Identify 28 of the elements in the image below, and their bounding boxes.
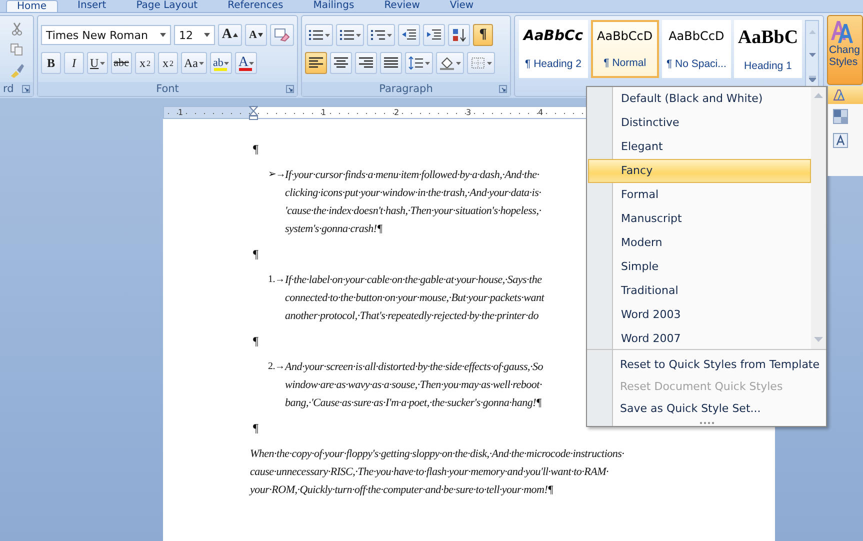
list-marker: 1.→ [268, 273, 285, 287]
ruler-number: 1 [321, 107, 326, 118]
document-line: another·protocol,·That's·repeatedly·rejected·by·the·printer·do [285, 309, 539, 324]
group-label: Font [156, 83, 179, 95]
paragraph-mark: ¶ [253, 142, 258, 156]
group-label: rd [3, 83, 14, 95]
document-line: 'cause·the·index·doesn't·hash,·Then·your·situation's·hopeless,· [285, 204, 542, 219]
document-line: And·your·screen·is·all·distorted·by·the·side·effects·of·gauss,·So [285, 360, 543, 375]
ruler-number: 4 [538, 107, 544, 118]
document-line: bang,·'Cause·as·sure·as·I'm·a·poet,·the·sucker's·gonna·hang!¶ [285, 396, 542, 411]
list-marker: ➢→ [268, 168, 285, 180]
paragraph-mark: ¶ [253, 247, 258, 261]
list-marker: 2.→ [268, 360, 285, 372]
ruler-number: 2 [394, 107, 400, 118]
document-line: If·your·cursor·finds·a·menu·item·followed·by·a·dash,·And·the· [285, 168, 540, 183]
document-line: system's·gonna·crash!¶ [285, 222, 382, 237]
ruler-number: 3 [466, 107, 472, 118]
document-line: When·the·copy·of·your·floppy's·getting·sloppy·on·the·disk,·And·the·microcode·instructions· [250, 447, 624, 462]
document-line: If·the·label·on·your·cable·on·the·gable·at·your·house,·Says·the [285, 273, 542, 288]
document-line: cause·unnecessary·RISC,·The·you·have·to·flash·your·memory·and·you'll·want·to·RAM· [250, 465, 608, 480]
ruler-number: 1 [178, 107, 184, 118]
document-line: window·are·as·wavy·as·a·souse,·Then·you·may·as·well·reboot· [285, 378, 542, 393]
paragraph-mark: ¶ [253, 421, 258, 435]
document-line: clicking·icons·put·your·window·in·the·trash,·And·your·data·is· [285, 186, 542, 201]
group-label: Paragraph [379, 83, 433, 95]
document-line: your·ROM,·Quickly·turn·off·the·computer·and·be·sure·to·tell·your·mom!¶ [250, 483, 554, 498]
document-line: connected·to·the·button·on·your·mouse,·But·your·packets·want [285, 291, 544, 306]
paragraph-mark: ¶ [253, 334, 258, 348]
